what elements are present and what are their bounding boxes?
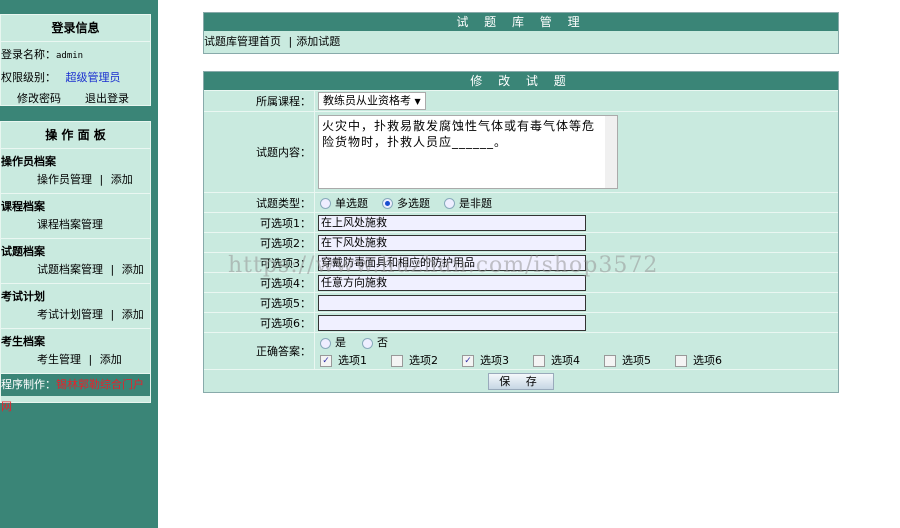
section-title: 考生档案 [1,335,45,348]
option-input[interactable]: 在下风处施救 [318,234,586,251]
section-link[interactable]: 添加 [100,353,122,366]
answer-checkbox[interactable] [604,355,616,367]
login-info-title: 登录信息 [1,15,150,42]
panel-section: 操作员档案 操作员管理 | 添加 [1,149,150,194]
level-value: 超级管理员 [65,71,121,84]
crumb-add[interactable]: 添加试题 [296,35,340,48]
section-link[interactable]: 课程档案管理 [37,218,103,231]
answer-checkbox[interactable]: ✓ [462,355,474,367]
section-title: 试题档案 [1,245,45,258]
level-label: 权限级别： [1,71,56,84]
answer-no-radio[interactable] [362,337,373,349]
content-label: 试题内容： [204,111,315,193]
answer-checkbox[interactable]: ✓ [320,355,332,367]
maker-bar: 程序制作：锡林郭勒综合门户网 [1,374,150,413]
option-label: 可选项3： [204,252,315,273]
answer-yes-radio[interactable] [320,337,331,349]
course-select[interactable]: 教练员从业资格考 ▼ [318,92,426,110]
answer-checkbox[interactable] [675,355,687,367]
edit-form: 修 改 试 题 所属课程： 教练员从业资格考 ▼ 试题内容： 火灾中，扑救易散发腐蚀… [203,71,839,393]
section-link[interactable]: 试题档案管理 [37,263,103,276]
login-name-label: 登录名称： [1,48,56,61]
answer-checkbox-label: 选项4 [551,354,580,367]
panel-section: 试题档案 试题档案管理 | 添加 [1,239,150,284]
answer-checkbox[interactable] [533,355,545,367]
chevron-down-icon: ▼ [414,97,421,106]
answer-label: 正确答案： [204,332,315,370]
answer-checkbox-label: 选项1 [338,354,367,367]
option-label: 可选项2： [204,232,315,253]
section-link[interactable]: 添加 [122,308,144,321]
breadcrumb: 试题库管理首页 | 添加试题 [204,31,838,53]
crumb-sep: | [288,35,293,48]
content-textarea[interactable]: 火灾中，扑救易散发腐蚀性气体或有毒气体等危险货物时，扑救人员应______。 [318,115,618,189]
answer-checkbox-label: 选项2 [409,354,438,367]
login-info-panel: 登录信息 登录名称：admin 权限级别： 超级管理员 修改密码 退出登录 [0,14,151,106]
login-name: admin [56,51,84,61]
maker-label: 程序制作： [1,378,56,391]
option-input[interactable]: 任意方向施救 [318,274,586,291]
section-link[interactable]: 添加 [122,263,144,276]
option-label: 可选项4： [204,272,315,293]
option-input[interactable]: 在上风处施救 [318,214,586,231]
type-radio[interactable] [320,198,331,209]
operation-panel: 操 作 面 板 操作员档案 操作员管理 | 添加 课程档案 课程档案管理 试题档案 试题档… [0,121,151,413]
save-button[interactable]: 保 存 [488,372,554,390]
panel-section: 课程档案课程档案管理 [1,194,150,239]
section-link[interactable]: 考生管理 [37,353,81,366]
course-value: 教练员从业资格考 [323,94,411,107]
answer-checkbox-label: 选项6 [693,354,722,367]
option-input[interactable]: 穿戴防毒面具和相应的防护用品 [318,254,586,271]
course-label: 所属课程： [204,90,315,112]
section-title: 考试计划 [1,290,45,303]
type-label-2: 是非题 [459,196,492,210]
option-label: 可选项1： [204,212,315,233]
panel-section: 考生档案 考生管理 | 添加 [1,329,150,374]
type-label-1: 多选题 [397,196,430,210]
form-title: 修 改 试 题 [204,72,838,90]
sidebar: 登录信息 登录名称：admin 权限级别： 超级管理员 修改密码 退出登录 操 作… [0,0,158,528]
section-link[interactable]: 添加 [111,173,133,186]
top-box: 试 题 库 管 理 试题库管理首页 | 添加试题 [203,12,839,54]
content-text: 火灾中，扑救易散发腐蚀性气体或有毒气体等危险货物时，扑救人员应______。 [322,119,596,149]
answer-yes-label: 是 [335,336,346,349]
option-input[interactable] [318,314,586,331]
type-radio[interactable] [382,198,393,209]
answer-checkbox-label: 选项5 [622,354,651,367]
change-password-link[interactable]: 修改密码 [17,92,61,105]
section-title: 操作员档案 [1,155,56,168]
answer-no-label: 否 [377,336,388,349]
type-label: 试题类型： [204,192,315,213]
answer-checkbox[interactable] [391,355,403,367]
logout-link[interactable]: 退出登录 [85,92,129,105]
option-input[interactable] [318,294,586,311]
type-radio[interactable] [444,198,455,209]
scrollbar[interactable] [605,116,617,188]
option-label: 可选项6： [204,312,315,333]
crumb-home[interactable]: 试题库管理首页 [204,35,281,48]
answer-checkbox-label: 选项3 [480,354,509,367]
type-label-0: 单选题 [335,196,368,210]
section-title: 课程档案 [1,200,45,213]
page-title: 试 题 库 管 理 [204,13,838,31]
operation-panel-title: 操 作 面 板 [1,122,150,149]
option-label: 可选项5： [204,292,315,313]
panel-section: 考试计划 考试计划管理 | 添加 [1,284,150,329]
section-link[interactable]: 操作员管理 [37,173,92,186]
section-link[interactable]: 考试计划管理 [37,308,103,321]
